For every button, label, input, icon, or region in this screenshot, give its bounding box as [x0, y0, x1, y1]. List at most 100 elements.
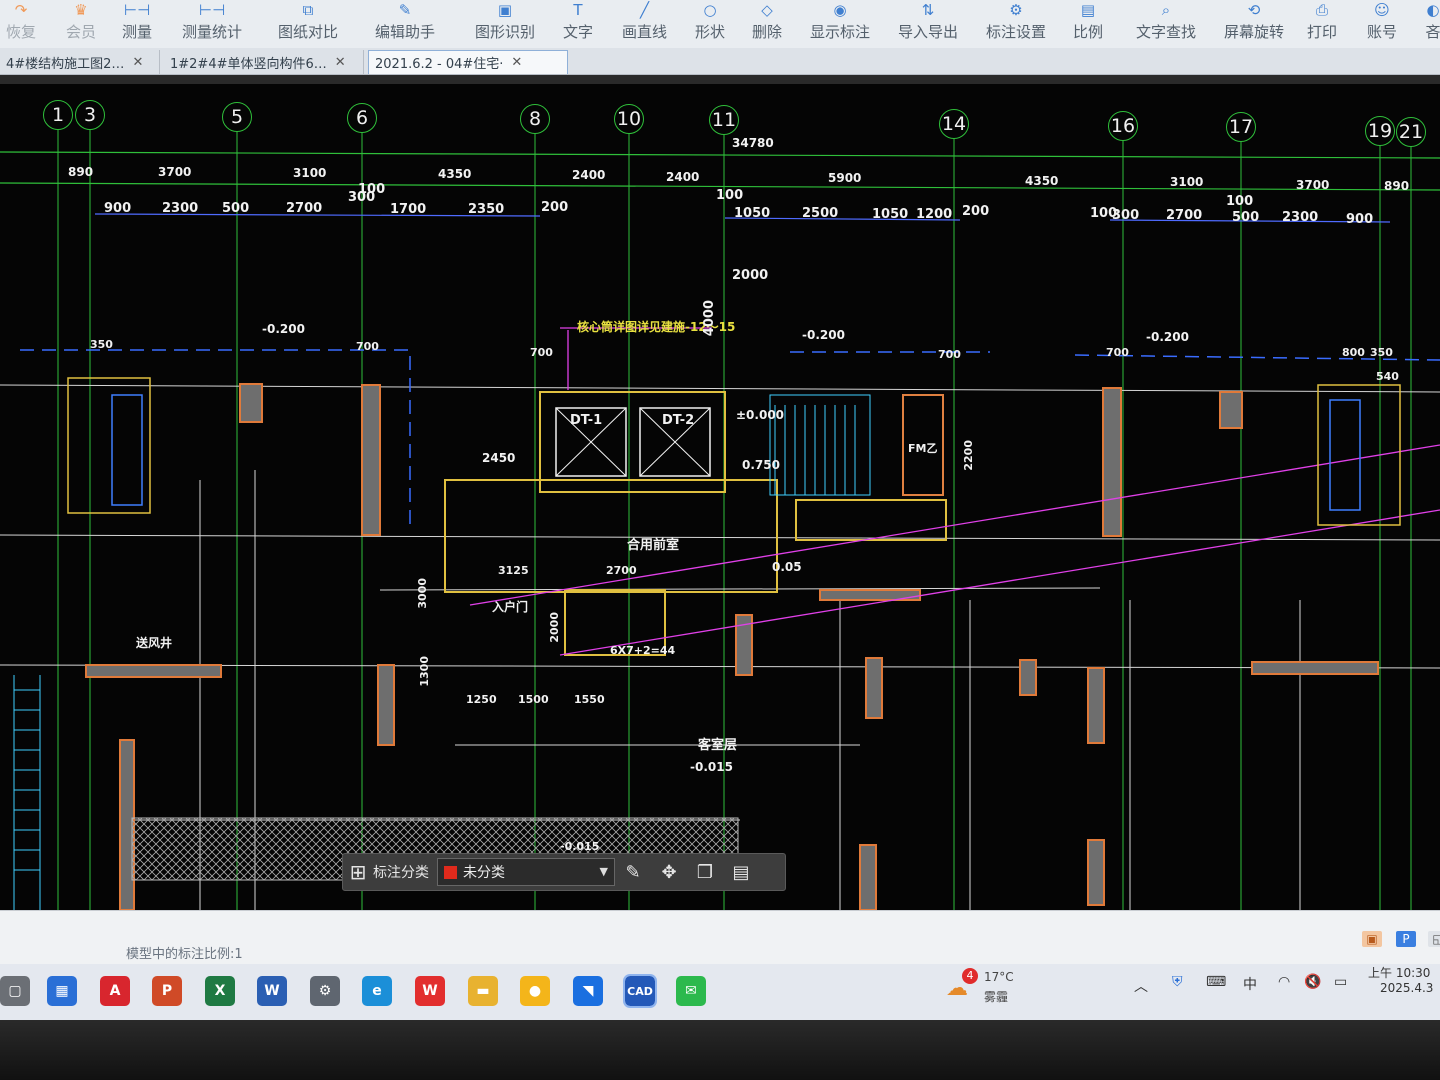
- drawing-label: ±0.000: [736, 408, 785, 422]
- outline-dashed: [20, 349, 1440, 530]
- close-icon[interactable]: ✕: [335, 55, 346, 70]
- rotate-screen-icon: ⟲: [1247, 1, 1261, 19]
- close-icon[interactable]: ✕: [511, 55, 522, 70]
- drawing-label: 2450: [482, 451, 516, 465]
- settings-app-icon[interactable]: ⚙: [310, 976, 340, 1006]
- drawing-label: -0.200: [1146, 330, 1189, 344]
- ribbon-vip[interactable]: ♛ 会员: [66, 0, 96, 48]
- ribbon-shape[interactable]: ○ 形状: [695, 0, 725, 48]
- edge-app-icon[interactable]: e: [362, 976, 392, 1006]
- ribbon-redo[interactable]: ↷ 恢复: [6, 0, 36, 48]
- copy-icon[interactable]: ❐: [687, 862, 723, 883]
- ribbon-rotate-screen[interactable]: ⟲ 屏幕旋转: [1224, 0, 1284, 48]
- paste-icon[interactable]: ▤: [723, 862, 759, 883]
- ribbon-print[interactable]: ⎙ 打印: [1307, 0, 1337, 48]
- ribbon-more[interactable]: ◐ 吝: [1420, 0, 1440, 48]
- chevron-down-icon: ▼: [599, 865, 608, 878]
- drawing-label: 4350: [1025, 174, 1059, 188]
- drawing-label: 1050: [872, 207, 909, 222]
- keyboard-icon[interactable]: ⌨: [1206, 974, 1226, 990]
- drawing-label: 3700: [158, 165, 192, 179]
- task-view-app-icon[interactable]: ▢: [0, 976, 30, 1006]
- drawing-label: 200: [962, 204, 990, 219]
- drawing-label: 2000: [732, 268, 769, 283]
- drawing-label: 入户门: [492, 600, 529, 614]
- drawing-label: 0.750: [742, 458, 780, 472]
- axis-bubble: 6: [347, 103, 377, 133]
- chevron-up-icon[interactable]: ︿: [1134, 976, 1148, 996]
- layer-icon[interactable]: ▣: [1362, 931, 1382, 947]
- axis-bubble: 19: [1365, 116, 1395, 146]
- ribbon-compare[interactable]: ⧉ 图纸对比: [278, 0, 338, 48]
- drawing-label: 100: [358, 182, 386, 197]
- annotation-settings-icon: ⚙: [1009, 1, 1023, 19]
- tencent-app-icon[interactable]: ◥: [573, 976, 603, 1006]
- ribbon-import-export[interactable]: ⇅ 导入导出: [898, 0, 958, 48]
- ribbon-line[interactable]: ╱ 画直线: [622, 0, 667, 48]
- windows-taskbar: ▢ ▦ A P X W ⚙ e W ▬ ● ◥ CAD ✉: [0, 964, 1440, 1020]
- ribbon-shape-recognize[interactable]: ▣ 图形识别: [475, 0, 535, 48]
- drawing-label: 3100: [1170, 175, 1204, 189]
- acrobat-app-icon[interactable]: A: [100, 976, 130, 1006]
- compare-icon: ⧉: [302, 1, 314, 19]
- weather-icon[interactable]: ☁: [946, 976, 968, 1001]
- measure-icon: ⊢⊣: [124, 1, 151, 19]
- edit-annotation-icon[interactable]: ✎: [615, 862, 651, 883]
- ribbon-edit-helper[interactable]: ✎ 编辑助手: [375, 0, 435, 48]
- side-shafts: [67, 377, 1401, 526]
- tab-document-3[interactable]: 2021.6.2 - 04#住宅· ✕: [368, 50, 568, 74]
- ime-indicator[interactable]: 中: [1243, 974, 1257, 994]
- account-icon: ☺: [1374, 1, 1390, 19]
- axis-bubble: 3: [75, 100, 105, 130]
- ribbon-account[interactable]: ☺ 账号: [1367, 0, 1397, 48]
- tab-document-1[interactable]: 4#楼结构施工图2… ✕: [0, 50, 160, 74]
- drawing-label: -0.015: [690, 760, 733, 774]
- ribbon-scale[interactable]: ▤ 比例: [1073, 0, 1103, 48]
- tab-document-2[interactable]: 1#2#4#单体竖向构件6… ✕: [164, 50, 364, 74]
- drawing-label: -0.200: [262, 322, 305, 336]
- move-icon[interactable]: ✥: [651, 862, 687, 883]
- ribbon-delete[interactable]: ◇ 删除: [752, 0, 782, 48]
- pdf-icon[interactable]: P: [1396, 931, 1416, 947]
- weather-temperature: 17°C: [984, 970, 1014, 984]
- drawing-label: 4000: [702, 300, 717, 337]
- drawing-label: 890: [68, 165, 94, 179]
- drawing-label: 1700: [390, 202, 427, 217]
- wifi-icon[interactable]: ◠: [1278, 974, 1290, 990]
- drawing-label: 900: [104, 201, 132, 216]
- drawing-label: 34780: [732, 136, 774, 150]
- store-app-icon[interactable]: ▦: [47, 976, 77, 1006]
- drawing-label: 350: [90, 338, 113, 351]
- word-app-icon[interactable]: W: [257, 976, 287, 1006]
- cad-drawing-canvas[interactable]: 1 3 5 6 8 10 11 14 16 17 19 21 34780 890 3700 3100 4350…: [0, 84, 1440, 910]
- files-app-icon[interactable]: ▬: [468, 976, 498, 1006]
- drawing-label: 3700: [1296, 178, 1330, 192]
- pinyin-app-icon[interactable]: ●: [520, 976, 550, 1006]
- drawing-label: 540: [1376, 370, 1399, 383]
- close-icon[interactable]: ✕: [132, 55, 143, 70]
- ribbon-annotation-settings[interactable]: ⚙ 标注设置: [986, 0, 1046, 48]
- ribbon-measure-stats[interactable]: ⊢⊣ 测量统计: [182, 0, 242, 48]
- ribbon-text-search[interactable]: ⌕ 文字查找: [1136, 0, 1196, 48]
- stair-treads: [774, 405, 856, 495]
- collapse-icon[interactable]: ◱: [1428, 931, 1440, 947]
- clock-time[interactable]: 上午 10:30: [1368, 964, 1430, 981]
- powerpoint-app-icon[interactable]: P: [152, 976, 182, 1006]
- scale-icon: ▤: [1080, 1, 1096, 19]
- ribbon-text[interactable]: T 文字: [563, 0, 593, 48]
- wps-app-icon[interactable]: W: [415, 976, 445, 1006]
- weather-description: 雾霾: [984, 990, 1009, 1004]
- drawing-label: 2350: [468, 202, 505, 217]
- excel-app-icon[interactable]: X: [205, 976, 235, 1006]
- drawing-label: 300: [1112, 208, 1140, 223]
- cad-app-icon[interactable]: CAD: [623, 974, 657, 1008]
- ribbon-show-annotations[interactable]: ◉ 显示标注: [810, 0, 870, 48]
- security-shield-icon[interactable]: ⛨: [1172, 974, 1183, 990]
- annotation-category-select[interactable]: 未分类 ▼: [437, 858, 615, 886]
- clock-date[interactable]: 2025.4.3: [1380, 981, 1433, 995]
- volume-muted-icon[interactable]: 🔇: [1304, 974, 1321, 990]
- grid-icon[interactable]: ⊞: [343, 860, 373, 884]
- wechat-app-icon[interactable]: ✉: [676, 976, 706, 1006]
- battery-icon[interactable]: ▭: [1334, 974, 1347, 990]
- ribbon-measure[interactable]: ⊢⊣ 测量: [122, 0, 152, 48]
